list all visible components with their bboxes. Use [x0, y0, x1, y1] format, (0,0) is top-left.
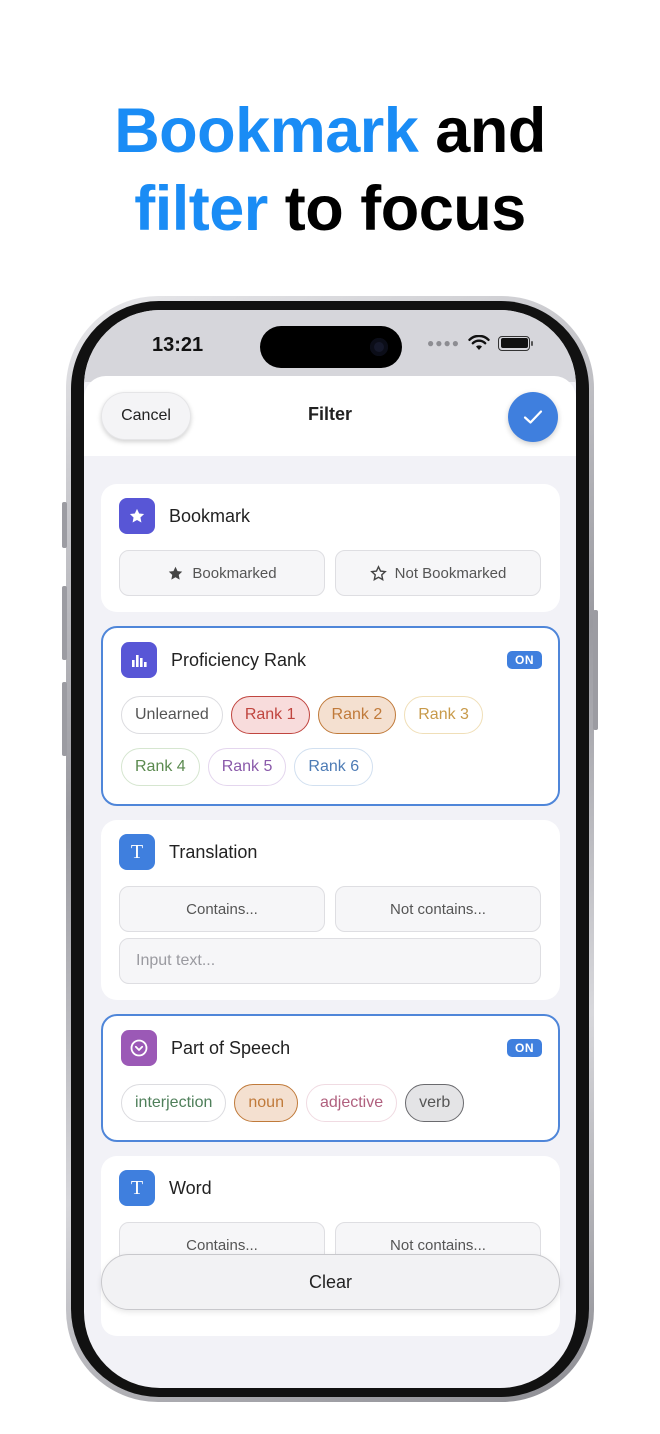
not-bookmarked-label: Not Bookmarked — [394, 564, 507, 582]
pos-card-header: Part of Speech — [121, 1030, 290, 1066]
cellular-dots-icon: ●●●● — [427, 336, 460, 350]
pos-card-title: Part of Speech — [171, 1037, 291, 1058]
camera-icon — [370, 338, 388, 356]
volume-up-button — [62, 586, 67, 660]
translation-contains-button[interactable]: Contains... — [119, 886, 325, 932]
star-icon — [119, 498, 155, 534]
status-time: 13:21 — [152, 334, 204, 356]
headline-line-2: filter to focus — [0, 170, 660, 248]
checkmark-icon — [523, 410, 543, 424]
word-card-header: T Word — [119, 1170, 212, 1206]
bar-chart-icon — [121, 642, 157, 678]
not-bookmarked-button[interactable]: Not Bookmarked — [335, 550, 541, 596]
headline-line-1: Bookmark and — [0, 92, 660, 170]
power-button — [593, 610, 598, 730]
chip-rank-6[interactable]: Rank 6 — [294, 748, 374, 786]
proficiency-card-header: Proficiency Rank — [121, 642, 306, 678]
phone-frame: 13:21 ●●●● Cancel Filter Bookmark Bookma… — [62, 296, 598, 1402]
proficiency-on-badge[interactable]: ON — [507, 651, 542, 669]
action-button — [62, 502, 67, 548]
pos-on-badge[interactable]: ON — [507, 1039, 542, 1057]
bookmarked-button[interactable]: Bookmarked — [119, 550, 325, 596]
chip-rank-2[interactable]: Rank 2 — [317, 696, 397, 734]
chip-noun[interactable]: noun — [234, 1084, 298, 1122]
phone-screen: 13:21 ●●●● Cancel Filter Bookmark Bookma… — [84, 310, 576, 1388]
headline-text-and: and — [418, 96, 546, 166]
headline-accent-bookmark: Bookmark — [114, 96, 419, 166]
star-outline-icon — [369, 564, 387, 581]
translation-input[interactable]: Input text... — [119, 938, 541, 984]
chip-rank-5[interactable]: Rank 5 — [207, 748, 287, 786]
bookmarked-label: Bookmarked — [192, 564, 277, 582]
text-t-icon: T — [119, 1170, 155, 1206]
volume-down-button — [62, 682, 67, 756]
translation-card-header: T Translation — [119, 834, 257, 870]
chevron-circle-icon — [121, 1030, 157, 1066]
proficiency-card-title: Proficiency Rank — [171, 649, 307, 670]
headline: Bookmark and filter to focus — [0, 92, 660, 248]
headline-accent-filter: filter — [134, 174, 268, 244]
translation-not-contains-button[interactable]: Not contains... — [335, 886, 541, 932]
wifi-icon — [468, 335, 490, 350]
battery-icon — [498, 335, 533, 351]
word-card-title: Word — [169, 1177, 212, 1198]
pos-chips-row: interjection noun adjective verb — [121, 1084, 465, 1122]
part-of-speech-card: Part of Speech ON interjection noun adje… — [101, 1014, 560, 1142]
star-filled-icon — [169, 566, 183, 580]
text-t-icon: T — [119, 834, 155, 870]
translation-card-title: Translation — [169, 841, 258, 862]
translation-card: T Translation Contains... Not contains..… — [101, 820, 560, 1000]
chip-rank-4[interactable]: Rank 4 — [121, 748, 200, 786]
chip-rank-3[interactable]: Rank 3 — [404, 696, 483, 734]
filter-title: Filter — [307, 404, 352, 424]
chip-unlearned[interactable]: Unlearned — [121, 696, 223, 734]
proficiency-chips-row-2: Rank 4 Rank 5 Rank 6 — [121, 748, 374, 786]
clear-button[interactable]: Clear — [101, 1254, 560, 1310]
confirm-button[interactable] — [508, 392, 558, 442]
translation-options: Contains... Not contains... — [119, 886, 541, 932]
bookmark-card: Bookmark Bookmarked Not Bookmarked — [101, 484, 560, 612]
proficiency-chips-row-1: Unlearned Rank 1 Rank 2 Rank 3 — [121, 696, 483, 734]
bookmark-card-header: Bookmark — [119, 498, 250, 534]
chip-rank-1[interactable]: Rank 1 — [230, 696, 310, 734]
headline-text-focus: to focus — [267, 174, 527, 244]
proficiency-rank-card: Proficiency Rank ON Unlearned Rank 1 Ran… — [101, 626, 560, 806]
bookmark-card-title: Bookmark — [169, 505, 251, 526]
status-bar: 13:21 ●●●● — [84, 310, 576, 382]
chip-adjective[interactable]: adjective — [305, 1084, 398, 1122]
status-icons: ●●●● — [427, 335, 533, 351]
filter-header: Cancel Filter — [84, 376, 576, 456]
dynamic-island — [260, 326, 402, 368]
chip-verb[interactable]: verb — [405, 1084, 465, 1122]
bookmark-options: Bookmarked Not Bookmarked — [119, 550, 541, 596]
chip-interjection[interactable]: interjection — [121, 1084, 227, 1122]
